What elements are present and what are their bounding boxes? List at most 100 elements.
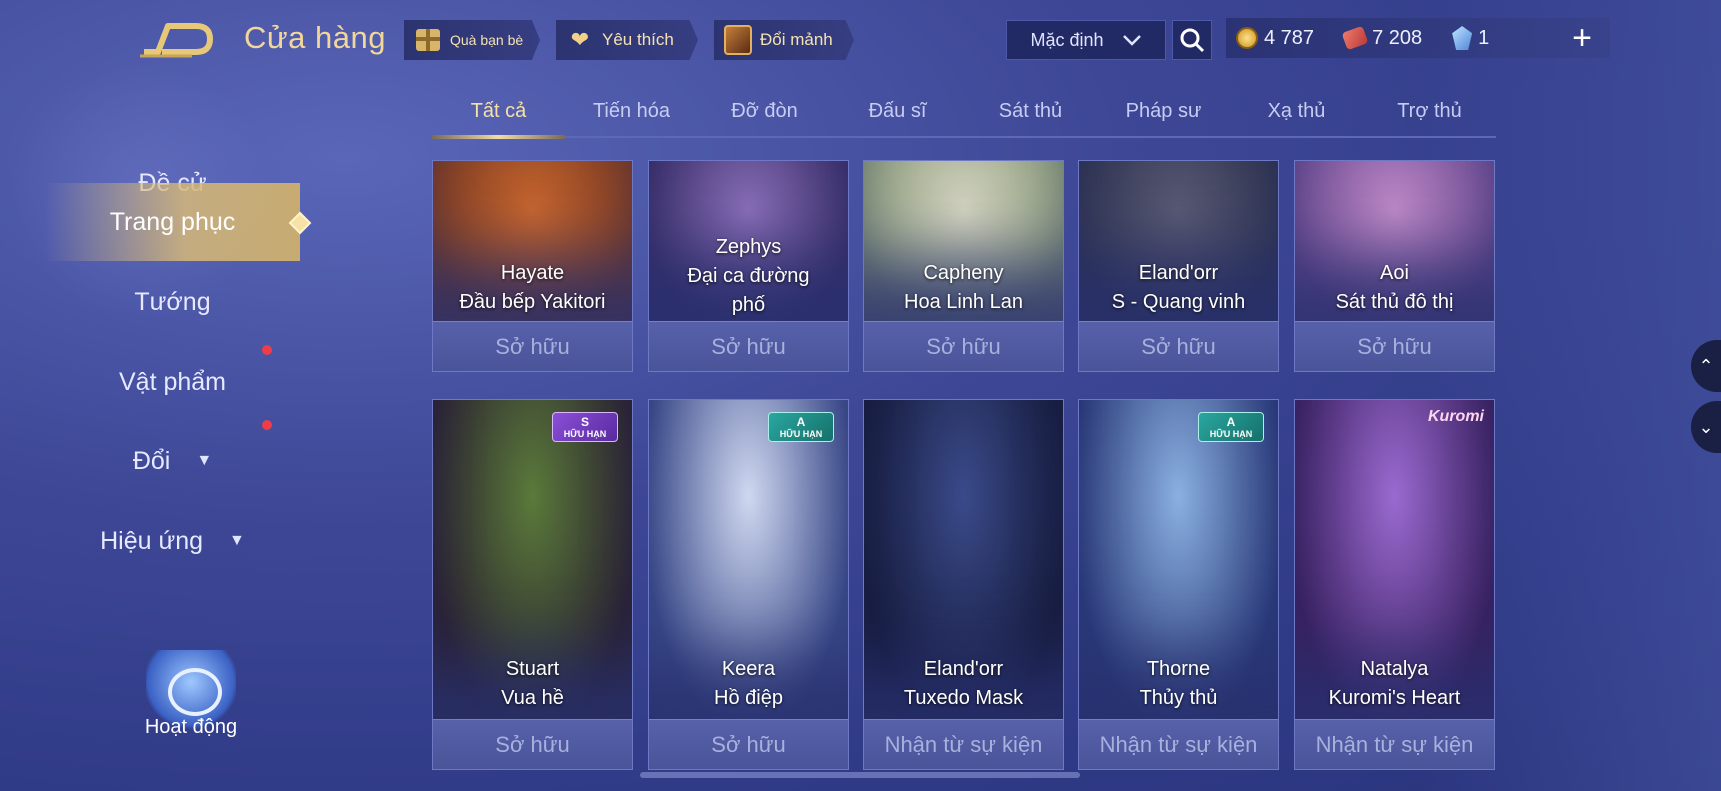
tab-all[interactable]: Tất cả	[432, 92, 565, 139]
skin-names: Keera Hồ điệp	[649, 655, 848, 713]
chevron-down-icon: ▼	[229, 532, 245, 549]
back-arrow-icon	[140, 23, 213, 58]
tab-assassin[interactable]: Sát thủ	[964, 92, 1097, 136]
voucher-icon	[1341, 25, 1369, 51]
skin-status: Sở hữu	[1079, 321, 1278, 371]
sidebar-item-label: Trang phục	[109, 207, 236, 236]
gift-icon	[414, 26, 442, 54]
skin-name: Hồ điệp	[714, 687, 783, 709]
notification-dot	[262, 345, 272, 355]
sidebar-item-label: Tướng	[134, 287, 211, 316]
skin-names: Natalya Kuromi's Heart	[1295, 655, 1494, 713]
sidebar-item-items[interactable]: Vật phẩm	[45, 343, 300, 421]
skin-names: Eland'orr S - Quang vinh	[1079, 259, 1278, 317]
page-title: Cửa hàng	[244, 20, 386, 55]
skin-card[interactable]: A HỮU HẠN Keera Hồ điệp Sở hữu	[648, 399, 849, 770]
friend-gift-label: Quà bạn bè	[450, 32, 524, 48]
hero-name: Aoi	[1380, 262, 1409, 284]
skin-card[interactable]: S HỮU HẠN Stuart Vua hề Sở hữu	[432, 399, 633, 770]
gold-coin-icon	[1236, 27, 1258, 49]
skin-status: Nhận từ sự kiện	[1295, 719, 1494, 769]
category-tabs: Tất cả Tiến hóa Đỡ đòn Đấu sĩ Sát thủ Ph…	[432, 92, 1496, 139]
tab-evolution[interactable]: Tiến hóa	[565, 92, 698, 136]
heart-icon: ❤	[570, 27, 590, 52]
hero-name: Keera	[721, 658, 776, 680]
skin-card[interactable]: A HỮU HẠN Thorne Thủy thủ Nhận từ sự kiện	[1078, 399, 1279, 770]
hero-name: Natalya	[1360, 658, 1429, 680]
skin-names: Aoi Sát thủ đô thị	[1295, 259, 1494, 317]
hero-name: Capheny	[923, 262, 1004, 284]
skin-name: Tuxedo Mask	[903, 687, 1024, 709]
skin-card[interactable]: Eland'orr S - Quang vinh Sở hữu	[1078, 160, 1279, 372]
skin-card[interactable]: Aoi Sát thủ đô thị Sở hữu	[1294, 160, 1495, 372]
add-currency-button[interactable]: +	[1572, 21, 1592, 55]
chevron-down-icon: ⌄	[1698, 416, 1714, 437]
voucher-amount: 7 208	[1372, 26, 1423, 49]
sidebar-item-label: Vật phẩm	[118, 367, 226, 396]
exchange-fragments-label: Đổi mảnh	[760, 30, 833, 49]
tab-marksman[interactable]: Xạ thủ	[1230, 92, 1363, 136]
favorites-button[interactable]: ❤ Yêu thích	[556, 20, 698, 60]
gold-currency: 4 787	[1236, 27, 1314, 50]
skin-name: Sát thủ đô thị	[1335, 291, 1454, 313]
sidebar-item-skins[interactable]: Trang phục	[45, 183, 300, 261]
skin-status: Sở hữu	[433, 321, 632, 371]
limited-badge: A HỮU HẠN	[1198, 412, 1264, 442]
skin-names: Stuart Vua hề	[433, 655, 632, 713]
gold-amount: 4 787	[1264, 26, 1315, 49]
hero-name: Stuart	[505, 658, 560, 680]
skin-names: Eland'orr Tuxedo Mask	[864, 655, 1063, 713]
hero-name: Thorne	[1146, 658, 1211, 680]
skin-name: Đại ca đường phố	[687, 265, 810, 316]
sort-value: Mặc định	[1030, 29, 1104, 50]
limited-badge: A HỮU HẠN	[768, 412, 834, 442]
search-icon	[1180, 28, 1205, 53]
skin-names: Thorne Thủy thủ	[1079, 655, 1278, 713]
gem-icon	[1452, 26, 1473, 50]
sort-dropdown[interactable]: Mặc định	[1006, 20, 1166, 60]
favorites-label: Yêu thích	[602, 30, 674, 49]
skin-name: Vua hề	[501, 687, 564, 709]
chevron-up-icon: ⌃	[1698, 355, 1714, 376]
skin-name: S - Quang vinh	[1111, 291, 1246, 313]
sidebar-item-label: Đổi	[132, 446, 171, 475]
skin-names: Zephys Đại ca đường phố	[649, 233, 848, 320]
back-button[interactable]	[140, 18, 214, 58]
sidebar-item-label: Hiệu ứng	[100, 526, 204, 555]
tab-warrior[interactable]: Đấu sĩ	[831, 92, 964, 136]
friend-gift-button[interactable]: Quà bạn bè	[404, 20, 540, 60]
horizontal-scrollbar[interactable]	[640, 772, 1080, 778]
sidebar-item-exchange[interactable]: Đổi ▼	[45, 420, 300, 500]
hero-name: Zephys	[715, 236, 782, 258]
skin-name: Đầu bếp Yakitori	[459, 291, 606, 313]
skin-card[interactable]: Eland'orr Tuxedo Mask Nhận từ sự kiện	[863, 399, 1064, 770]
notification-dot	[262, 420, 272, 430]
tab-support[interactable]: Trợ thủ	[1363, 92, 1496, 136]
skin-card[interactable]: Kuromi Natalya Kuromi's Heart Nhận từ sự…	[1294, 399, 1495, 770]
hero-name: Hayate	[500, 262, 565, 284]
exchange-fragments-button[interactable]: Đổi mảnh	[714, 20, 854, 60]
gem-currency: 1	[1452, 26, 1489, 50]
skin-name: Kuromi's Heart	[1328, 687, 1461, 709]
chevron-down-icon: ▼	[196, 452, 213, 469]
tab-mage[interactable]: Pháp sư	[1097, 92, 1230, 136]
skin-card[interactable]: Capheny Hoa Linh Lan Sở hữu	[863, 160, 1064, 372]
sidebar-item-effects[interactable]: Hiệu ứng ▼	[45, 502, 300, 580]
skin-card[interactable]: Hayate Đầu bếp Yakitori Sở hữu	[432, 160, 633, 372]
chevron-down-icon	[1122, 35, 1141, 46]
skin-status: Sở hữu	[649, 719, 848, 769]
hero-name: Eland'orr	[1138, 262, 1219, 284]
activity-button[interactable]: Hoạt động	[140, 650, 242, 739]
skin-name: Hoa Linh Lan	[904, 291, 1023, 313]
fragment-icon	[724, 25, 752, 55]
search-button[interactable]	[1172, 20, 1212, 60]
sidebar-item-heroes[interactable]: Tướng	[45, 263, 300, 341]
tab-tank[interactable]: Đỡ đòn	[698, 92, 831, 136]
skin-status: Nhận từ sự kiện	[1079, 719, 1278, 769]
skin-name: Thủy thủ	[1139, 687, 1218, 709]
skin-status: Nhận từ sự kiện	[864, 719, 1063, 769]
skin-card[interactable]: Zephys Đại ca đường phố Sở hữu	[648, 160, 849, 372]
limited-badge: S HỮU HẠN	[552, 412, 618, 442]
skin-names: Capheny Hoa Linh Lan	[864, 259, 1063, 317]
hero-name: Eland'orr	[923, 658, 1004, 680]
